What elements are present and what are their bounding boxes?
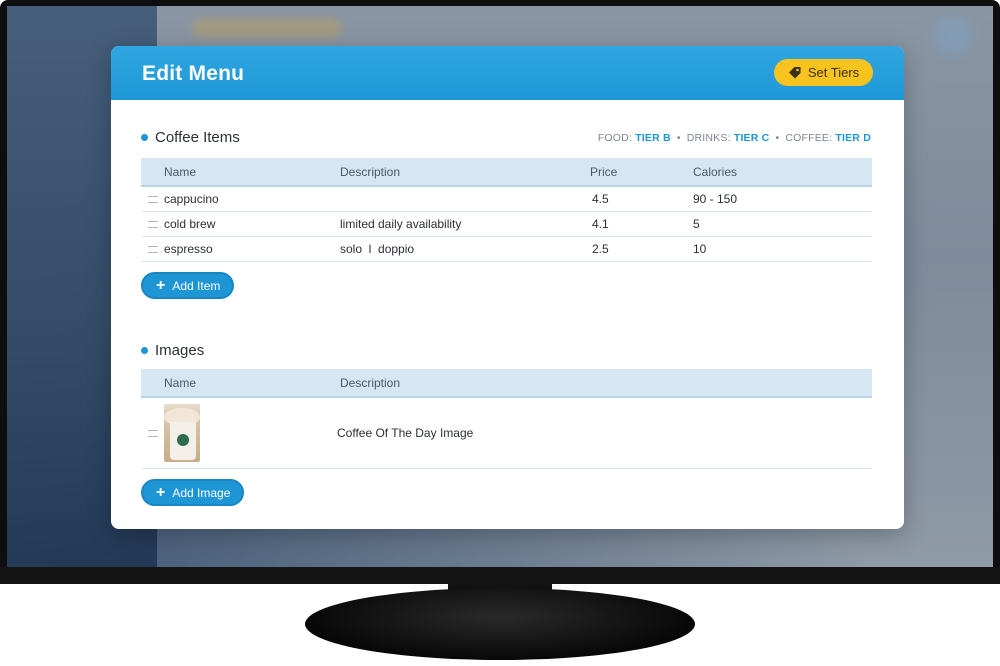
add-image-button[interactable]: + Add Image: [141, 479, 245, 506]
table-row[interactable]: Coffee Of The Day Image: [141, 397, 872, 469]
table-header-row: Name Description: [141, 369, 872, 398]
monitor-bezel-bottom: [0, 567, 1000, 584]
screen-background: Edit Menu Set Tiers Coffee Items FOOD: T…: [7, 6, 993, 567]
edit-menu-modal: Edit Menu Set Tiers Coffee Items FOOD: T…: [111, 46, 904, 529]
blurred-header-element: [192, 18, 342, 38]
images-heading: Images: [141, 342, 204, 359]
add-image-label: Add Image: [172, 485, 231, 500]
item-calories-cell[interactable]: 5: [693, 211, 872, 237]
drag-handle-icon[interactable]: [141, 397, 164, 469]
modal-title: Edit Menu: [142, 62, 245, 85]
drag-handle-icon[interactable]: [141, 236, 164, 262]
images-table: Name Description Coffee Of The Day Image: [141, 369, 872, 469]
column-header-description: Description: [340, 369, 872, 398]
section-bullet-icon: [141, 134, 148, 141]
drag-handle-icon[interactable]: [141, 186, 164, 212]
column-header-name: Name: [164, 158, 340, 187]
coffee-items-title: Coffee Items: [155, 129, 240, 146]
drag-handle-icon[interactable]: [141, 211, 164, 237]
item-price-cell[interactable]: 4.5: [590, 186, 693, 212]
coffee-items-table: Name Description Price Calories cappucin…: [141, 158, 872, 262]
set-tiers-label: Set Tiers: [807, 65, 860, 80]
modal-header: Edit Menu Set Tiers: [111, 46, 904, 100]
table-row[interactable]: espresso solo l doppio 2.5 10: [141, 236, 872, 262]
plus-icon: +: [156, 276, 166, 294]
item-name-cell[interactable]: cold brew: [164, 211, 340, 237]
add-item-button[interactable]: + Add Item: [141, 272, 235, 299]
item-name-cell[interactable]: espresso: [164, 236, 340, 262]
image-thumbnail-cell[interactable]: [164, 397, 340, 469]
column-header-description: Description: [340, 158, 590, 187]
column-header-name: Name: [164, 369, 340, 398]
item-description-cell[interactable]: solo l doppio: [340, 236, 590, 262]
coffee-cup-image[interactable]: [164, 404, 200, 462]
item-name-cell[interactable]: cappucino: [164, 186, 340, 212]
column-header-price: Price: [590, 158, 693, 187]
blurred-corner-element: [933, 16, 973, 56]
table-row[interactable]: cappucino 4.5 90 - 150: [141, 186, 872, 212]
monitor-stand-base: [305, 588, 695, 660]
item-description-cell[interactable]: [340, 186, 590, 212]
item-price-cell[interactable]: 2.5: [590, 236, 693, 262]
set-tiers-button[interactable]: Set Tiers: [774, 59, 873, 86]
monitor-frame: Edit Menu Set Tiers Coffee Items FOOD: T…: [0, 0, 1000, 584]
coffee-tier: COFFEE: TIER D: [785, 132, 871, 144]
tier-summary: FOOD: TIER B • DRINKS: TIER C • COFFEE: …: [597, 132, 871, 144]
item-price-cell[interactable]: 4.1: [590, 211, 693, 237]
image-description-text: Coffee Of The Day Image: [337, 426, 474, 440]
table-row[interactable]: cold brew limited daily availability 4.1…: [141, 211, 872, 237]
handle-column-header: [141, 369, 164, 398]
handle-column-header: [141, 158, 164, 187]
column-header-calories: Calories: [693, 158, 872, 187]
item-calories-cell[interactable]: 10: [693, 236, 872, 262]
coffee-items-heading: Coffee Items: [141, 129, 240, 146]
item-description-cell[interactable]: limited daily availability: [340, 211, 590, 237]
tag-icon: [788, 66, 801, 78]
item-calories-cell[interactable]: 90 - 150: [693, 186, 872, 212]
table-header-row: Name Description Price Calories: [141, 158, 872, 187]
section-bullet-icon: [141, 347, 148, 354]
plus-icon: +: [156, 483, 166, 501]
food-tier: FOOD: TIER B: [597, 132, 671, 144]
add-item-label: Add Item: [172, 278, 221, 293]
image-description-cell[interactable]: Coffee Of The Day Image: [337, 397, 872, 469]
drinks-tier: DRINKS: TIER C: [686, 132, 770, 144]
images-title: Images: [155, 342, 205, 359]
